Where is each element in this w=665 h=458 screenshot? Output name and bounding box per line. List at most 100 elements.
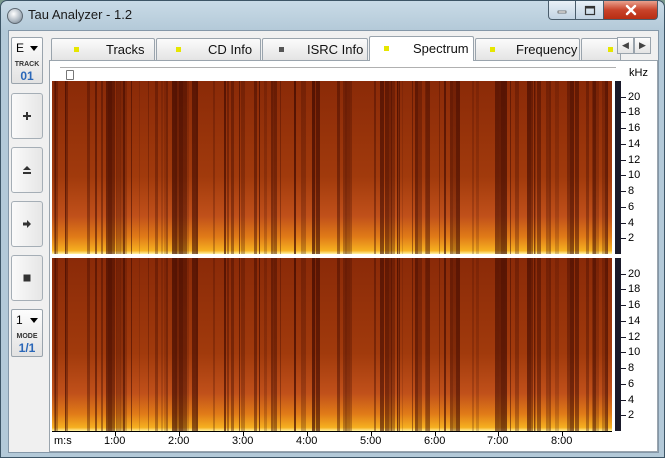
chevron-down-icon: [30, 318, 38, 323]
time-tick-label: 8:00: [551, 435, 573, 447]
frequency-tick: [615, 384, 626, 385]
frequency-scale-bar: [615, 258, 621, 431]
frequency-tick-label: 4: [628, 394, 635, 406]
minimize-button[interactable]: [548, 1, 576, 20]
tab-label: CD Info: [208, 42, 253, 57]
mode-select[interactable]: 1: [12, 310, 42, 330]
frequency-tick: [615, 415, 626, 416]
mode-group: 1 MODE 1/1: [11, 309, 43, 357]
frequency-tick: [615, 207, 626, 208]
tab-partial[interactable]: [581, 38, 621, 60]
tab-label: Spectrum: [413, 41, 469, 56]
tab-cd-info[interactable]: CD Info: [156, 38, 261, 60]
frequency-tick-label: 16: [628, 122, 641, 134]
track-number: 01: [20, 69, 34, 83]
client-area: E TRACK 01 1 MODE 1/1 Tracks CD Info ISR…: [8, 30, 659, 453]
track-group: E TRACK 01: [11, 37, 43, 84]
chevron-down-icon: [30, 46, 38, 51]
chevron-right-icon: ▶: [639, 40, 646, 50]
status-indicator: [279, 47, 284, 52]
frequency-tick: [615, 368, 626, 369]
chevron-left-icon: ◀: [622, 40, 629, 50]
position-slider-thumb[interactable]: [66, 70, 74, 80]
mode-label: MODE: [16, 333, 38, 340]
window-title: Tau Analyzer - 1.2: [28, 7, 133, 22]
frequency-tick-label: 18: [628, 106, 641, 118]
title-bar[interactable]: Tau Analyzer - 1.2: [1, 1, 664, 29]
track-label: TRACK: [14, 61, 40, 68]
frequency-tick-label: 2: [628, 409, 635, 421]
frequency-tick: [615, 191, 626, 192]
frequency-tick-label: 18: [628, 283, 641, 295]
tab-label: Tracks: [106, 42, 145, 57]
frequency-tick-label: 14: [628, 315, 641, 327]
status-indicator: [74, 47, 79, 52]
time-tick-label: 2:00: [168, 435, 190, 447]
drive-select-value: E: [16, 41, 25, 55]
frequency-tick: [615, 238, 626, 239]
frequency-tick-label: 12: [628, 331, 641, 343]
frequency-tick-label: 16: [628, 299, 641, 311]
tab-tracks[interactable]: Tracks: [51, 38, 155, 60]
frequency-tick-label: 4: [628, 217, 635, 229]
stop-button[interactable]: [11, 255, 43, 301]
frequency-scale-bar: [615, 81, 621, 254]
frequency-tick-label: 12: [628, 154, 641, 166]
time-tick-label: 1:00: [104, 435, 126, 447]
frequency-tick: [615, 112, 626, 113]
frequency-tick-label: 6: [628, 378, 635, 390]
tab-label: ISRC Info: [307, 42, 364, 57]
drive-select[interactable]: E: [12, 38, 42, 58]
tab-isrc-info[interactable]: ISRC Info: [262, 38, 368, 60]
status-indicator: [384, 46, 389, 51]
stop-icon: [23, 274, 31, 282]
close-button[interactable]: [604, 1, 658, 20]
plus-icon: [23, 112, 31, 120]
tab-spectrum[interactable]: Spectrum: [369, 36, 474, 61]
frequency-tick: [615, 144, 626, 145]
frequency-tick-label: 20: [628, 268, 641, 280]
minimize-icon: [557, 10, 567, 14]
frequency-tick-label: 6: [628, 201, 635, 213]
time-tick-label: 3:00: [232, 435, 254, 447]
frequency-tick: [615, 305, 626, 306]
time-tick-label: 7:00: [487, 435, 509, 447]
eject-button[interactable]: [11, 147, 43, 193]
add-button[interactable]: [11, 93, 43, 139]
status-indicator: [490, 47, 495, 52]
frequency-tick: [615, 223, 626, 224]
frequency-tick: [615, 160, 626, 161]
frequency-tick: [615, 97, 626, 98]
time-tick-label: 4:00: [296, 435, 318, 447]
frequency-tick: [615, 289, 626, 290]
tab-label: Frequency: [516, 42, 578, 57]
spectrogram-channel-1: [52, 81, 612, 254]
frequency-tick-label: 10: [628, 346, 641, 358]
position-slider[interactable]: [60, 67, 616, 80]
frequency-tick: [615, 274, 626, 275]
frequency-tick-label: 20: [628, 91, 641, 103]
play-arrow-icon: [23, 220, 31, 228]
maximize-icon: [584, 5, 595, 15]
time-axis: m:s 1:00 2:00 3:00 4:00 5:00 6:00 7:00 8:00: [52, 431, 612, 450]
status-indicator: [608, 47, 613, 52]
maximize-button[interactable]: [576, 1, 604, 20]
frequency-tick-label: 8: [628, 185, 635, 197]
frequency-tick-label: 2: [628, 232, 635, 244]
tab-scroll: ◀ ▶: [617, 37, 653, 55]
frequency-tick: [615, 337, 626, 338]
app-icon: [7, 8, 23, 24]
close-icon: [625, 4, 636, 16]
play-button[interactable]: [11, 201, 43, 247]
spectrum-panel: kHz 20 18 16 14 12 10 8 6 4 2 20 18 16 14 12 10 8 6 4 2 m:s…: [49, 60, 658, 452]
frequency-tick: [615, 175, 626, 176]
tab-scroll-right-button[interactable]: ▶: [634, 37, 651, 54]
time-axis-unit: m:s: [54, 435, 72, 447]
frequency-tick: [615, 321, 626, 322]
tab-scroll-left-button[interactable]: ◀: [617, 37, 634, 54]
tab-frequency[interactable]: Frequency: [475, 38, 580, 60]
spectrogram-channel-2: [52, 258, 612, 431]
time-tick-label: 6:00: [424, 435, 446, 447]
frequency-tick-label: 14: [628, 138, 641, 150]
frequency-tick: [615, 352, 626, 353]
